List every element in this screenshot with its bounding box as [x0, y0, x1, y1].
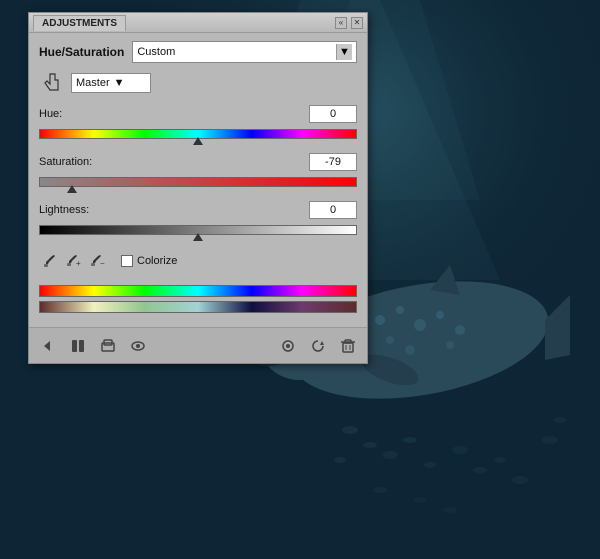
eyedropper-plus-button[interactable]: + [63, 251, 83, 271]
hue-slider-row: Hue: 0 [39, 105, 357, 147]
section-title: Hue/Saturation [39, 45, 124, 59]
saturation-header: Saturation: -79 [39, 153, 357, 171]
lightness-thumb[interactable] [193, 233, 203, 243]
saturation-thumb[interactable] [67, 185, 77, 195]
settings-button[interactable] [275, 333, 301, 359]
delete-button[interactable] [335, 333, 361, 359]
panel-controls: « ✕ [335, 17, 363, 29]
channel-icon [39, 71, 67, 95]
colorize-label: Colorize [137, 255, 177, 267]
svg-text:−: − [100, 259, 105, 268]
lightness-header: Lightness: 0 [39, 201, 357, 219]
back-button[interactable] [35, 333, 61, 359]
panel-titlebar: ADJUSTMENTS « ✕ [29, 13, 367, 33]
preset-dropdown[interactable]: Custom ▼ [132, 41, 357, 63]
forward-button[interactable] [65, 333, 91, 359]
hue-thumb[interactable] [193, 137, 203, 147]
source-color-bar [39, 285, 357, 297]
channel-row: Master ▼ [39, 71, 357, 95]
adjustments-panel: ADJUSTMENTS « ✕ Hue/Saturation Custom ▼ [28, 12, 368, 364]
visibility-button[interactable] [125, 333, 151, 359]
colorize-checkbox[interactable] [121, 255, 133, 267]
panel-body: Hue/Saturation Custom ▼ Master ▼ Hue: [29, 33, 367, 327]
lightness-slider-row: Lightness: 0 [39, 201, 357, 243]
saturation-track [39, 177, 357, 187]
lightness-track-container[interactable] [39, 221, 357, 243]
color-bars [39, 285, 357, 313]
reset-button[interactable] [305, 333, 331, 359]
eyedropper-button[interactable] [39, 251, 59, 271]
saturation-slider-row: Saturation: -79 [39, 153, 357, 195]
hue-label: Hue: [39, 108, 62, 120]
eyedropper-minus-button[interactable]: − [87, 251, 107, 271]
svg-text:+: + [76, 259, 81, 268]
saturation-track-container[interactable] [39, 173, 357, 195]
saturation-label: Saturation: [39, 156, 92, 168]
channel-value: Master [76, 77, 110, 89]
channel-dropdown[interactable]: Master ▼ [71, 73, 151, 93]
preset-dropdown-arrow: ▼ [336, 44, 352, 60]
hue-header: Hue: 0 [39, 105, 357, 123]
result-color-bar [39, 301, 357, 313]
lightness-value[interactable]: 0 [309, 201, 357, 219]
close-button[interactable]: ✕ [351, 17, 363, 29]
lightness-label: Lightness: [39, 204, 89, 216]
channel-dropdown-arrow: ▼ [114, 77, 125, 89]
panel-tab[interactable]: ADJUSTMENTS [33, 15, 126, 31]
collapse-button[interactable]: « [335, 17, 347, 29]
clip-button[interactable] [95, 333, 121, 359]
header-row: Hue/Saturation Custom ▼ [39, 41, 357, 63]
tools-row: + − Colorize [39, 251, 357, 271]
colorize-group: Colorize [121, 255, 177, 267]
saturation-value[interactable]: -79 [309, 153, 357, 171]
hue-value[interactable]: 0 [309, 105, 357, 123]
bottom-toolbar [29, 327, 367, 363]
hue-track-container[interactable] [39, 125, 357, 147]
preset-value: Custom [137, 46, 336, 58]
